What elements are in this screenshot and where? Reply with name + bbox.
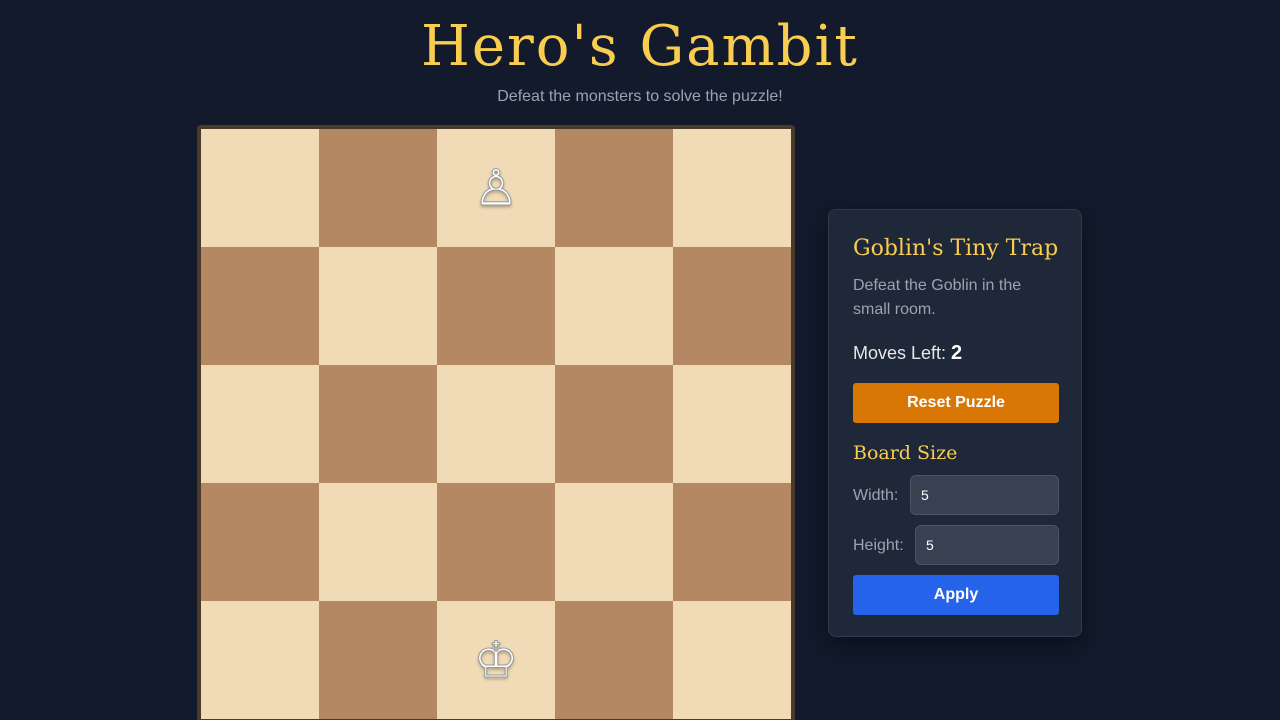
board-size-title: Board Size <box>853 442 958 464</box>
moves-left-label: Moves Left: <box>853 343 952 363</box>
board-square[interactable] <box>201 247 319 365</box>
pawn-icon[interactable]: ♙ <box>473 163 519 214</box>
board-square[interactable] <box>673 483 791 601</box>
board-square[interactable] <box>555 365 673 483</box>
chess-board-frame: ♙ ♔ <box>197 125 795 720</box>
board-square[interactable] <box>555 247 673 365</box>
puzzle-title: Goblin's Tiny Trap <box>853 236 1059 261</box>
board-square[interactable] <box>201 129 319 247</box>
board-square[interactable] <box>673 365 791 483</box>
height-input[interactable] <box>915 525 1059 565</box>
game-subtitle: Defeat the monsters to solve the puzzle! <box>497 88 783 105</box>
height-label: Height: <box>853 537 904 554</box>
board-square[interactable] <box>201 483 319 601</box>
king-icon[interactable]: ♔ <box>473 635 519 686</box>
board-square[interactable] <box>673 129 791 247</box>
board-square[interactable] <box>555 601 673 719</box>
board-square[interactable] <box>201 601 319 719</box>
board-square[interactable] <box>673 601 791 719</box>
board-square[interactable] <box>555 129 673 247</box>
board-square[interactable] <box>319 601 437 719</box>
game-title: Hero's Gambit <box>421 14 859 79</box>
board-square[interactable]: ♔ <box>437 601 555 719</box>
board-square[interactable] <box>437 365 555 483</box>
board-square[interactable] <box>437 483 555 601</box>
board-square[interactable]: ♙ <box>437 129 555 247</box>
board-square[interactable] <box>437 247 555 365</box>
board-square[interactable] <box>319 365 437 483</box>
puzzle-description: Defeat the Goblin in the small room. <box>853 277 1022 318</box>
board-square[interactable] <box>319 483 437 601</box>
board-square[interactable] <box>673 247 791 365</box>
puzzle-panel: Goblin's Tiny Trap Defeat the Goblin in … <box>828 209 1082 637</box>
chess-board: ♙ ♔ <box>201 129 791 720</box>
reset-puzzle-button[interactable]: Reset Puzzle <box>853 383 1059 423</box>
width-input[interactable] <box>910 475 1059 515</box>
width-label: Width: <box>853 487 899 504</box>
moves-left: Moves Left: 2 <box>853 340 962 366</box>
page: Hero's Gambit Defeat the monsters to sol… <box>0 0 1280 720</box>
board-square[interactable] <box>319 129 437 247</box>
apply-button[interactable]: Apply <box>853 575 1059 615</box>
moves-left-value: 2 <box>951 342 963 364</box>
board-square[interactable] <box>555 483 673 601</box>
board-square[interactable] <box>319 247 437 365</box>
board-square[interactable] <box>201 365 319 483</box>
